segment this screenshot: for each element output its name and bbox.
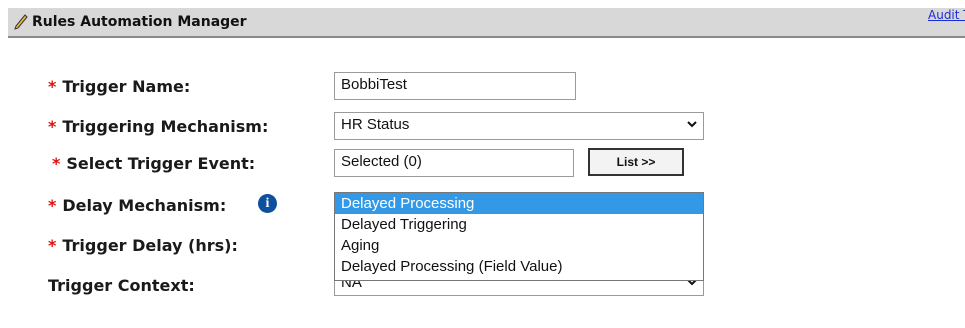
triggering-mechanism-value: HR Status (341, 116, 410, 133)
trigger-delay-label-text: Trigger Delay (hrs): (62, 236, 238, 255)
title-bar: Rules Automation Manager (8, 8, 965, 38)
info-icon[interactable]: i (258, 194, 277, 213)
selected-events-field: Selected (0) (334, 149, 574, 177)
dropdown-option[interactable]: Delayed Processing (335, 193, 703, 214)
page-title: Rules Automation Manager (32, 14, 247, 30)
trigger-name-value: BobbiTest (341, 76, 407, 93)
required-marker: * (52, 154, 61, 173)
select-trigger-event-label-text: Select Trigger Event: (66, 154, 256, 173)
required-marker: * (48, 77, 57, 96)
triggering-mechanism-label: * Triggering Mechanism: (48, 117, 268, 136)
list-button[interactable]: List >> (588, 148, 684, 176)
selected-events-value: Selected (0) (341, 153, 422, 170)
required-marker: * (48, 196, 57, 215)
trigger-context-label: Trigger Context: (48, 276, 195, 295)
trigger-name-label: * Trigger Name: (48, 77, 190, 96)
dropdown-option[interactable]: Delayed Processing (Field Value) (335, 256, 703, 277)
required-marker: * (48, 117, 57, 136)
required-marker: * (48, 236, 57, 255)
trigger-delay-label: * Trigger Delay (hrs): (48, 236, 238, 255)
trigger-name-label-text: Trigger Name: (62, 77, 191, 96)
trigger-name-input[interactable]: BobbiTest (334, 72, 576, 100)
audit-link[interactable]: Audit T (928, 8, 965, 22)
delay-mechanism-dropdown[interactable]: Delayed Processing Delayed Triggering Ag… (334, 192, 704, 281)
triggering-mechanism-select[interactable]: HR Status (334, 112, 704, 140)
delay-mechanism-label-text: Delay Mechanism: (62, 196, 227, 215)
pencil-icon (14, 14, 28, 30)
chevron-down-icon (687, 121, 697, 128)
triggering-mechanism-label-text: Triggering Mechanism: (62, 117, 269, 136)
dropdown-option[interactable]: Aging (335, 235, 703, 256)
delay-mechanism-label: * Delay Mechanism: (48, 196, 226, 215)
select-trigger-event-label: * Select Trigger Event: (52, 154, 255, 173)
dropdown-option[interactable]: Delayed Triggering (335, 214, 703, 235)
